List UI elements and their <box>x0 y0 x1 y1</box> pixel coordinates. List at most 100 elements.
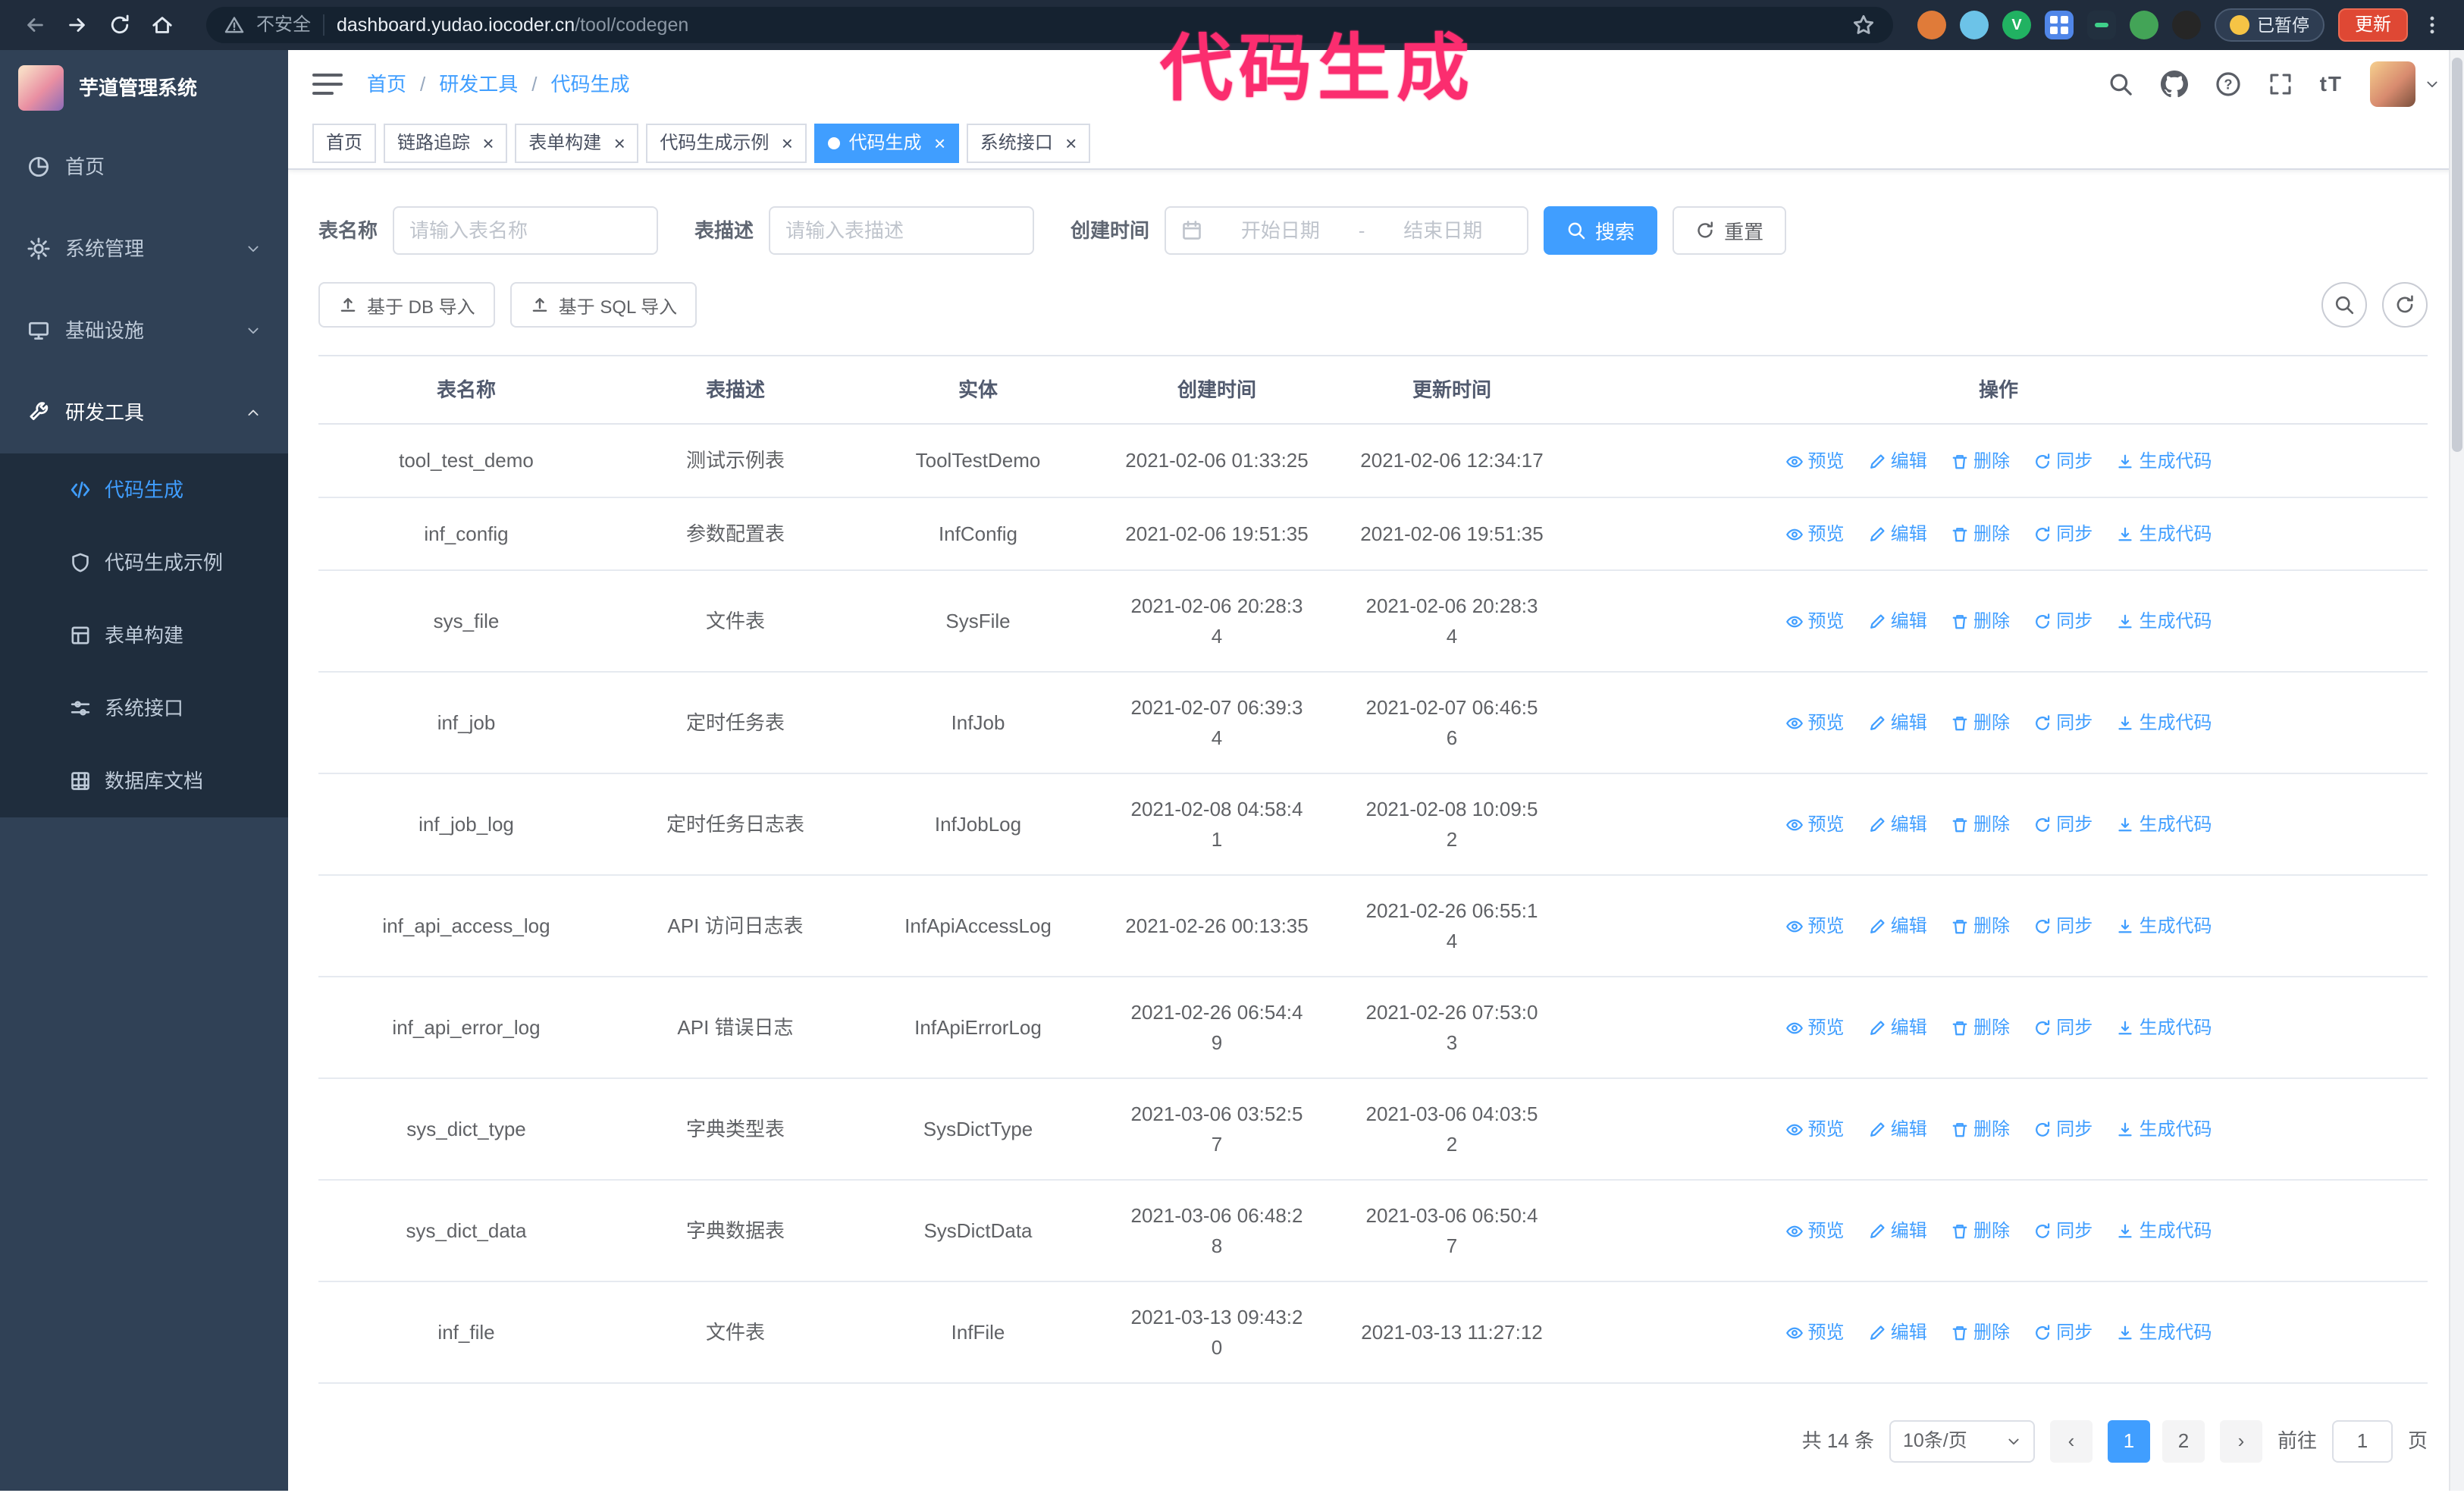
sync-link[interactable]: 同步 <box>2033 708 2093 739</box>
prev-page-button[interactable]: ‹ <box>2049 1419 2093 1463</box>
scrollbar-thumb[interactable] <box>2452 58 2462 452</box>
browser-home-button[interactable] <box>143 5 182 45</box>
generate-code-link[interactable]: 生成代码 <box>2116 1318 2212 1348</box>
edit-link[interactable]: 编辑 <box>1868 708 1927 739</box>
search-button[interactable]: 搜索 <box>1544 206 1658 255</box>
extension-icon[interactable] <box>2087 11 2116 39</box>
edit-link[interactable]: 编辑 <box>1868 607 1927 637</box>
browser-back-button[interactable] <box>15 5 55 45</box>
delete-link[interactable]: 删除 <box>1951 1013 2010 1043</box>
date-range-picker[interactable]: 开始日期 - 结束日期 <box>1165 206 1529 255</box>
sync-link[interactable]: 同步 <box>2033 1013 2093 1043</box>
refresh-table-button[interactable] <box>2382 282 2428 328</box>
page-button[interactable]: 2 <box>2161 1419 2205 1463</box>
extension-icon[interactable] <box>2172 11 2201 39</box>
delete-link[interactable]: 删除 <box>1951 1318 2010 1348</box>
delete-link[interactable]: 删除 <box>1951 447 2010 477</box>
delete-link[interactable]: 删除 <box>1951 708 2010 739</box>
delete-link[interactable]: 删除 <box>1951 1115 2010 1145</box>
reset-button[interactable]: 重置 <box>1672 206 1787 255</box>
github-icon[interactable] <box>2160 71 2188 98</box>
preview-link[interactable]: 预览 <box>1785 1318 1845 1348</box>
sync-link[interactable]: 同步 <box>2033 1318 2093 1348</box>
sync-link[interactable]: 同步 <box>2033 911 2093 942</box>
page-size-select[interactable]: 10条/页 <box>1889 1419 2035 1463</box>
page-button[interactable]: 1 <box>2107 1419 2150 1463</box>
generate-code-link[interactable]: 生成代码 <box>2116 1013 2212 1043</box>
preview-link[interactable]: 预览 <box>1785 1216 1845 1247</box>
generate-code-link[interactable]: 生成代码 <box>2116 1115 2212 1145</box>
sidebar-item-system[interactable]: 系统管理 <box>0 208 288 290</box>
goto-page-input[interactable] <box>2331 1419 2393 1463</box>
next-page-button[interactable]: › <box>2219 1419 2262 1463</box>
edit-link[interactable]: 编辑 <box>1868 1318 1927 1348</box>
generate-code-link[interactable]: 生成代码 <box>2116 519 2212 550</box>
browser-reload-button[interactable] <box>100 5 140 45</box>
delete-link[interactable]: 删除 <box>1951 911 2010 942</box>
import-db-button[interactable]: 基于 DB 导入 <box>318 282 495 328</box>
edit-link[interactable]: 编辑 <box>1868 810 1927 840</box>
sync-link[interactable]: 同步 <box>2033 1115 2093 1145</box>
preview-link[interactable]: 预览 <box>1785 911 1845 942</box>
preview-link[interactable]: 预览 <box>1785 447 1845 477</box>
fullscreen-icon[interactable] <box>2268 72 2293 96</box>
sidebar-item-form-builder[interactable]: 表单构建 <box>0 599 288 672</box>
tab[interactable]: 代码生成示例 × <box>646 124 807 163</box>
browser-forward-button[interactable] <box>58 5 97 45</box>
sidebar-item-system-api[interactable]: 系统接口 <box>0 672 288 745</box>
bookmark-star-icon[interactable] <box>1852 14 1875 36</box>
sidebar-item-infra[interactable]: 基础设施 <box>0 290 288 372</box>
collapse-sidebar-icon[interactable] <box>312 74 343 95</box>
sidebar-item-db-doc[interactable]: 数据库文档 <box>0 745 288 817</box>
generate-code-link[interactable]: 生成代码 <box>2116 607 2212 637</box>
tab-close-icon[interactable]: × <box>934 133 945 153</box>
preview-link[interactable]: 预览 <box>1785 708 1845 739</box>
preview-link[interactable]: 预览 <box>1785 607 1845 637</box>
edit-link[interactable]: 编辑 <box>1868 519 1927 550</box>
breadcrumb-home[interactable]: 首页 <box>367 71 406 98</box>
sidebar-item-codegen[interactable]: 代码生成 <box>0 453 288 526</box>
tab[interactable]: 系统接口 × <box>966 124 1090 163</box>
sync-link[interactable]: 同步 <box>2033 607 2093 637</box>
tab-close-icon[interactable]: × <box>613 133 625 153</box>
help-icon[interactable]: ? <box>2215 71 2241 97</box>
edit-link[interactable]: 编辑 <box>1868 911 1927 942</box>
preview-link[interactable]: 预览 <box>1785 810 1845 840</box>
tab-close-icon[interactable]: × <box>482 133 494 153</box>
generate-code-link[interactable]: 生成代码 <box>2116 810 2212 840</box>
delete-link[interactable]: 删除 <box>1951 607 2010 637</box>
generate-code-link[interactable]: 生成代码 <box>2116 1216 2212 1247</box>
delete-link[interactable]: 删除 <box>1951 810 2010 840</box>
sync-link[interactable]: 同步 <box>2033 447 2093 477</box>
table-name-input[interactable] <box>393 206 659 255</box>
edit-link[interactable]: 编辑 <box>1868 447 1927 477</box>
breadcrumb-devtools[interactable]: 研发工具 <box>439 71 518 98</box>
edit-link[interactable]: 编辑 <box>1868 1115 1927 1145</box>
import-sql-button[interactable]: 基于 SQL 导入 <box>509 282 698 328</box>
extension-icon[interactable] <box>1917 11 1946 39</box>
extension-icon[interactable] <box>1960 11 1989 39</box>
tab[interactable]: 代码生成 × <box>813 124 959 163</box>
profile-paused-badge[interactable]: 已暂停 <box>2215 8 2324 42</box>
preview-link[interactable]: 预览 <box>1785 1013 1845 1043</box>
search-icon[interactable] <box>2108 71 2133 97</box>
delete-link[interactable]: 删除 <box>1951 1216 2010 1247</box>
toggle-search-button[interactable] <box>2321 282 2367 328</box>
sync-link[interactable]: 同步 <box>2033 1216 2093 1247</box>
extension-icon[interactable] <box>2045 11 2074 39</box>
address-bar[interactable]: 不安全 dashboard.yudao.iocoder.cn/tool/code… <box>206 7 1893 43</box>
sync-link[interactable]: 同步 <box>2033 519 2093 550</box>
edit-link[interactable]: 编辑 <box>1868 1013 1927 1043</box>
user-menu[interactable] <box>2370 61 2440 107</box>
tab[interactable]: 表单构建 × <box>515 124 639 163</box>
font-size-icon[interactable]: tT <box>2320 69 2343 99</box>
tab[interactable]: 首页 <box>312 124 376 163</box>
delete-link[interactable]: 删除 <box>1951 519 2010 550</box>
tab-close-icon[interactable]: × <box>1065 133 1077 153</box>
sidebar-item-home[interactable]: 首页 <box>0 126 288 208</box>
extension-icon[interactable]: V <box>2002 11 2031 39</box>
preview-link[interactable]: 预览 <box>1785 519 1845 550</box>
browser-update-button[interactable]: 更新 <box>2338 8 2408 42</box>
generate-code-link[interactable]: 生成代码 <box>2116 911 2212 942</box>
sync-link[interactable]: 同步 <box>2033 810 2093 840</box>
